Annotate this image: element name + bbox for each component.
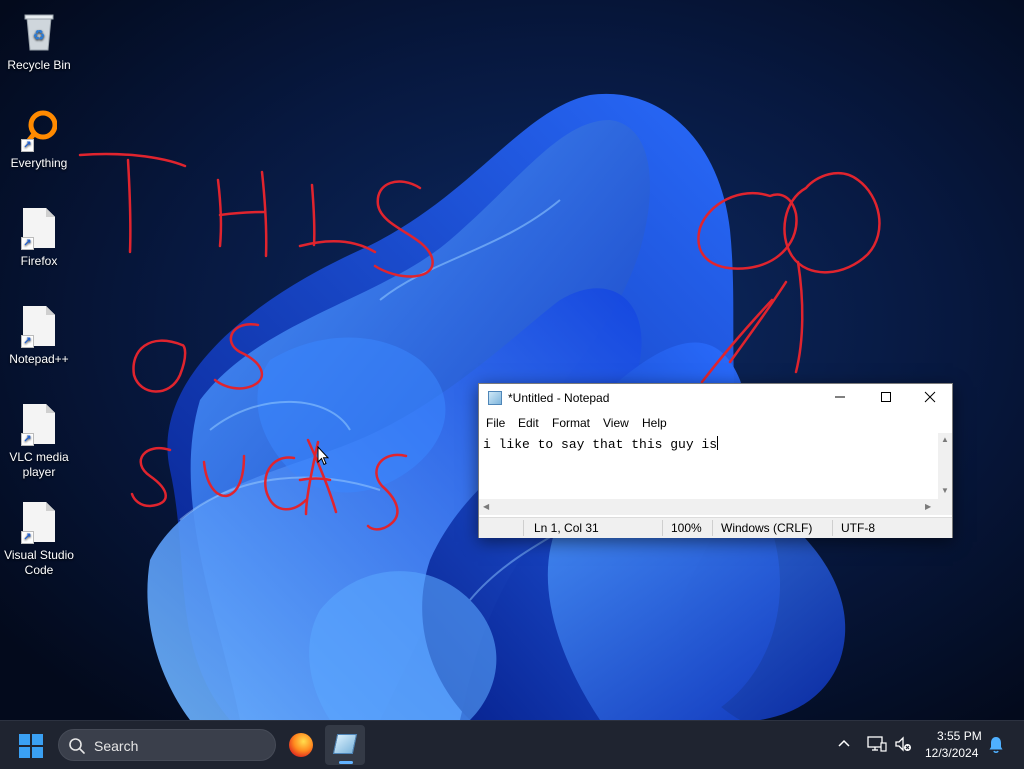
notepad-titlebar[interactable]: *Untitled - Notepad xyxy=(479,384,952,412)
maximize-button[interactable] xyxy=(863,384,909,412)
close-icon xyxy=(924,391,936,403)
status-cursor-position: Ln 1, Col 31 xyxy=(534,521,599,535)
editor-content: i like to say that this guy is xyxy=(483,437,718,452)
chevron-up-icon[interactable] xyxy=(836,735,852,751)
desktop-icon-notepad-plus-plus[interactable]: ↗ Notepad++ xyxy=(0,304,78,367)
mouse-cursor-icon xyxy=(317,446,329,466)
text-caret xyxy=(717,436,719,450)
taskbar: Search 3:55 PM 12/3/2024 xyxy=(0,720,1024,769)
menu-edit[interactable]: Edit xyxy=(518,416,539,430)
desktop-icon-vscode[interactable]: ↗ Visual Studio Code xyxy=(0,500,78,578)
maximize-icon xyxy=(881,392,891,402)
close-button[interactable] xyxy=(907,384,953,412)
menu-help[interactable]: Help xyxy=(642,416,667,430)
menu-view[interactable]: View xyxy=(603,416,629,430)
clock-date[interactable]: 12/3/2024 xyxy=(925,746,978,760)
minimize-button[interactable] xyxy=(817,384,863,412)
desktop-icon-label: Notepad++ xyxy=(9,352,69,366)
network-icon[interactable] xyxy=(867,735,887,753)
clock-time[interactable]: 3:55 PM xyxy=(937,729,982,743)
desktop-icon-label: Everything xyxy=(10,156,68,170)
desktop-icon-label: Firefox xyxy=(20,254,58,268)
scroll-right-icon[interactable]: ▶ xyxy=(925,502,931,511)
text-editor[interactable]: i like to say that this guy is xyxy=(479,433,938,499)
scroll-left-icon[interactable]: ◀ xyxy=(483,502,489,511)
notepad-window[interactable]: *Untitled - Notepad File Edit Format Vie… xyxy=(478,383,953,538)
file-icon: ↗ xyxy=(21,402,57,446)
scroll-down-icon[interactable]: ▼ xyxy=(941,486,949,495)
taskbar-search[interactable]: Search xyxy=(58,729,276,761)
scroll-up-icon[interactable]: ▲ xyxy=(941,435,949,444)
notepad-icon xyxy=(332,734,358,754)
notification-bell-icon[interactable] xyxy=(988,736,1004,754)
notepad-app-icon xyxy=(488,391,502,405)
desktop-icon-label: Recycle Bin xyxy=(7,58,71,72)
volume-muted-icon[interactable] xyxy=(894,735,912,753)
search-icon xyxy=(69,738,85,754)
active-indicator xyxy=(339,761,353,764)
recycle-bin-icon: ♻ xyxy=(21,10,57,54)
status-line-ending: Windows (CRLF) xyxy=(721,521,813,535)
menu-format[interactable]: Format xyxy=(552,416,590,430)
file-icon: ↗ xyxy=(21,206,57,250)
file-icon: ↗ xyxy=(21,500,57,544)
notepad-taskbar-button[interactable] xyxy=(325,725,365,765)
menu-bar: File Edit Format View Help xyxy=(479,413,952,433)
search-label: Search xyxy=(94,738,139,754)
desktop-icon-recycle-bin[interactable]: ♻ Recycle Bin xyxy=(0,10,78,73)
firefox-taskbar-button[interactable] xyxy=(289,733,313,757)
shortcut-arrow-icon: ↗ xyxy=(21,237,34,250)
minimize-icon xyxy=(835,396,845,398)
menu-file[interactable]: File xyxy=(486,416,505,430)
start-button[interactable] xyxy=(19,734,43,758)
desktop-icon-label: VLC media player xyxy=(9,450,69,479)
desktop-icon-firefox[interactable]: ↗ Firefox xyxy=(0,206,78,269)
svg-text:♻: ♻ xyxy=(33,28,46,44)
status-bar: Ln 1, Col 31 100% Windows (CRLF) UTF-8 xyxy=(479,517,952,538)
shortcut-arrow-icon: ↗ xyxy=(21,335,34,348)
desktop-icon-everything[interactable]: ↗ Everything xyxy=(0,108,78,171)
status-zoom: 100% xyxy=(671,521,702,535)
resize-grip[interactable] xyxy=(938,499,952,515)
windows-logo-icon xyxy=(19,734,30,745)
desktop-icon-vlc[interactable]: ↗ VLC media player xyxy=(0,402,78,480)
vertical-scrollbar[interactable]: ▲ ▼ xyxy=(938,433,952,499)
desktop-wallpaper xyxy=(0,0,1024,720)
shortcut-arrow-icon: ↗ xyxy=(21,139,34,152)
horizontal-scrollbar[interactable]: ◀ ▶ xyxy=(479,499,938,515)
desktop-icon-label: Visual Studio Code xyxy=(4,548,74,577)
shortcut-arrow-icon: ↗ xyxy=(21,531,34,544)
file-icon: ↗ xyxy=(21,304,57,348)
status-encoding: UTF-8 xyxy=(841,521,875,535)
magnifier-icon: ↗ xyxy=(21,108,58,152)
shortcut-arrow-icon: ↗ xyxy=(21,433,34,446)
window-title: *Untitled - Notepad xyxy=(508,391,610,405)
